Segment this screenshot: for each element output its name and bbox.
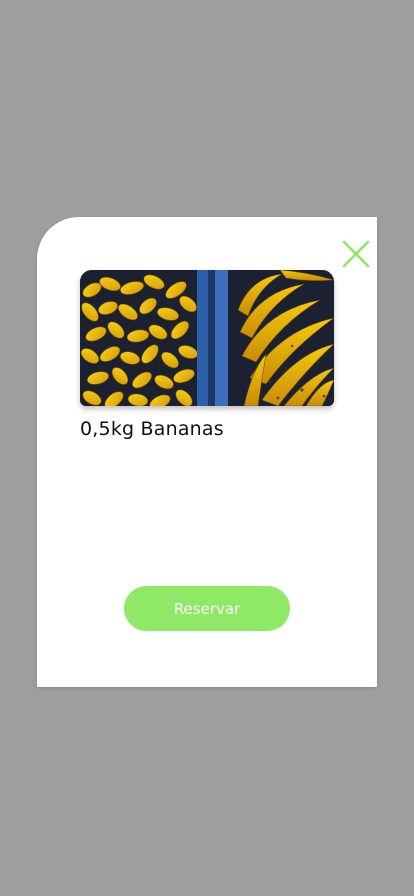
close-x-icon [342,240,370,268]
close-button[interactable] [341,239,371,269]
product-name: 0,5kg Bananas [80,418,224,440]
modal-backdrop: 0,5kg Bananas Reservar [0,0,414,896]
bananas-photo [80,270,334,406]
product-modal: 0,5kg Bananas Reservar [37,217,377,687]
reserve-button[interactable]: Reservar [124,586,290,631]
product-image [80,270,334,406]
